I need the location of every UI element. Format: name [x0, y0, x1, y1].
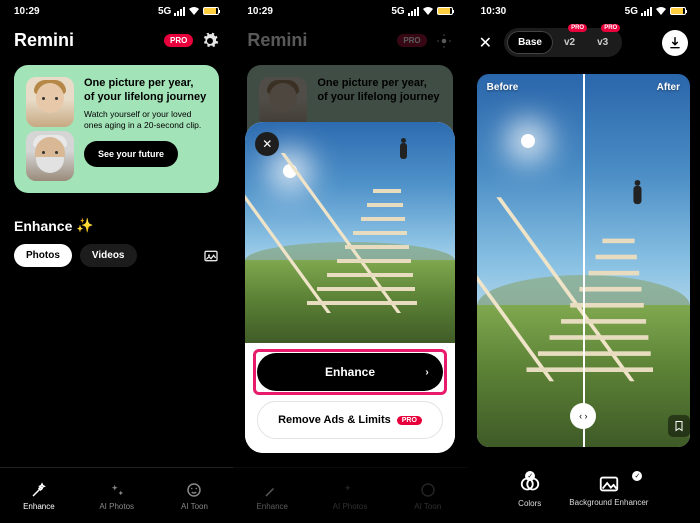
face-young: [26, 77, 74, 127]
preview-photo: [245, 122, 454, 345]
wand-icon: [30, 481, 48, 499]
app-brand: Remini: [14, 30, 74, 51]
tab-photos[interactable]: Photos: [14, 244, 72, 267]
nav-ai-photos[interactable]: AI Photos: [78, 468, 156, 523]
face-old: [26, 131, 74, 181]
pro-badge: PRO: [397, 416, 422, 425]
before-after-compare[interactable]: Before After ‹ ›: [477, 74, 690, 447]
check-icon: ✓: [632, 471, 642, 481]
nav-ai-toon[interactable]: AI Toon: [156, 468, 234, 523]
battery-icon: [670, 7, 686, 15]
bookmark-icon[interactable]: [668, 415, 690, 437]
stairs-graphic: [307, 155, 437, 305]
pro-badge: PRO: [568, 24, 587, 32]
status-bar: 10:29 5G: [0, 0, 233, 22]
remove-ads-label: Remove Ads & Limits: [278, 414, 391, 426]
chevron-right-icon: ›: [425, 367, 428, 378]
tool-colors[interactable]: ✓ Colors: [518, 473, 541, 508]
download-icon: [668, 36, 682, 50]
signal-icon: [641, 7, 652, 16]
status-bar: 10:30 5G: [467, 0, 700, 22]
nav-ai-photos-label: AI Photos: [99, 502, 134, 511]
pro-badge: PRO: [397, 34, 426, 47]
screen-home: 10:29 5G Remini PRO One picture per year…: [0, 0, 233, 523]
bottom-nav: Enhance AI Photos AI Toon: [0, 467, 233, 523]
promo-title-1: One picture per year,: [84, 77, 193, 89]
wifi-icon: [655, 6, 667, 16]
promo-card[interactable]: One picture per year, of your lifelong jo…: [14, 65, 219, 193]
gallery-icon[interactable]: [203, 248, 219, 264]
pro-badge[interactable]: PRO: [164, 34, 193, 47]
compare-divider[interactable]: [583, 74, 585, 447]
action-sheet: ✕ Enhance › Remove A: [245, 122, 454, 453]
wifi-icon: [422, 6, 434, 16]
gear-icon[interactable]: [201, 32, 219, 50]
signal-icon: [408, 7, 419, 16]
signal-icon: [174, 7, 185, 16]
status-net: 5G: [391, 6, 404, 17]
battery-icon: [203, 7, 219, 15]
tool-colors-label: Colors: [518, 499, 541, 508]
gear-icon: [435, 32, 453, 50]
promo-cta-button[interactable]: See your future: [84, 141, 178, 167]
result-header: ✕ Base v2PRO v3PRO: [467, 22, 700, 63]
promo-faces: [26, 77, 74, 181]
status-net: 5G: [158, 6, 171, 17]
sparkle-double-icon: [108, 481, 126, 499]
download-button[interactable]: [662, 30, 688, 56]
landscape-icon: [598, 473, 620, 495]
sparkle-icon: ✨: [76, 217, 93, 234]
tab-videos[interactable]: Videos: [80, 244, 137, 267]
screen-sheet: 10:29 5G Remini PRO One picture per year…: [233, 0, 466, 523]
nav-enhance-label: Enhance: [23, 502, 55, 511]
face-icon: [185, 481, 203, 499]
enhance-button-label: Enhance: [325, 365, 375, 379]
tool-bg-enhancer[interactable]: ✓ Background Enhancer: [569, 473, 648, 508]
tool-bg-label: Background Enhancer: [569, 499, 648, 508]
nav-ai-toon-label: AI Toon: [181, 502, 208, 511]
after-label: After: [657, 82, 680, 93]
nav-enhance[interactable]: Enhance: [0, 468, 78, 523]
before-label: Before: [487, 82, 519, 93]
seg-v2[interactable]: v2PRO: [553, 31, 586, 54]
status-time: 10:29: [14, 6, 40, 17]
screen-result: 10:30 5G ✕ Base v2PRO v3PRO: [467, 0, 700, 523]
enhance-button[interactable]: Enhance ›: [257, 353, 442, 391]
model-segment: Base v2PRO v3PRO: [504, 28, 622, 57]
wifi-icon: [188, 6, 200, 16]
status-bar: 10:29 5G: [233, 0, 466, 22]
battery-icon: [437, 7, 453, 15]
seg-v3[interactable]: v3PRO: [586, 31, 619, 54]
close-icon[interactable]: ✕: [479, 33, 492, 53]
status-time: 10:30: [481, 6, 507, 17]
section-title: Enhance ✨: [0, 199, 233, 244]
section-title-text: Enhance: [14, 218, 72, 234]
header: Remini PRO: [0, 22, 233, 59]
promo-title-2: of your lifelong journey: [84, 91, 206, 103]
app-brand: Remini: [247, 30, 307, 51]
status-time: 10:29: [247, 6, 273, 17]
seg-base[interactable]: Base: [507, 31, 553, 54]
compare-handle[interactable]: ‹ ›: [570, 403, 596, 429]
pro-badge: PRO: [601, 24, 620, 32]
person-graphic: [400, 143, 407, 159]
check-icon: ✓: [525, 471, 535, 481]
media-tabs: Photos Videos: [0, 244, 233, 267]
remove-ads-button[interactable]: Remove Ads & Limits PRO: [257, 401, 442, 439]
status-net: 5G: [625, 6, 638, 17]
promo-text: One picture per year, of your lifelong jo…: [84, 77, 207, 181]
promo-sub: Watch yourself or your loved ones aging …: [84, 109, 207, 131]
tool-bar: ✓ Colors ✓ Background Enhancer: [467, 457, 700, 523]
